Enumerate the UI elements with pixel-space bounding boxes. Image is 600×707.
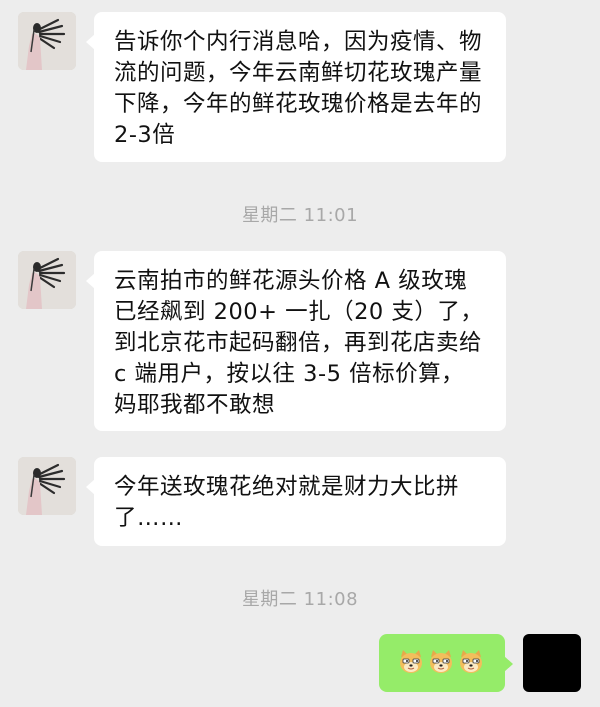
outgoing-message-bubble[interactable] xyxy=(379,634,513,692)
message-bubble[interactable]: 告诉你个内行消息哈，因为疫情、物流的问题，今年云南鲜切花玫瑰产量下降，今年的鲜花… xyxy=(86,12,506,162)
chat-window: 告诉你个内行消息哈，因为疫情、物流的问题，今年云南鲜切花玫瑰产量下降，今年的鲜花… xyxy=(0,0,600,707)
doge-emoji-icon xyxy=(400,650,422,673)
my-avatar[interactable] xyxy=(523,634,581,692)
contact-avatar-image xyxy=(18,457,76,515)
timestamp: 星期二 11:08 xyxy=(241,589,359,610)
contact-avatar[interactable] xyxy=(18,251,76,309)
message-bubble[interactable]: 云南拍市的鲜花源头价格 A 级玫瑰已经飙到 200+ 一扎（20 支）了，到北京… xyxy=(86,251,506,431)
message-text: 今年送玫瑰花绝对就是财力大比拼了…… xyxy=(114,474,460,531)
contact-avatar[interactable] xyxy=(18,12,76,70)
contact-avatar-image xyxy=(18,251,76,309)
contact-avatar-image xyxy=(18,12,76,70)
doge-emoji-icon xyxy=(430,650,452,673)
message-text: 云南拍市的鲜花源头价格 A 级玫瑰已经飙到 200+ 一扎（20 支）了，到北京… xyxy=(114,268,484,418)
emoji-row xyxy=(397,648,485,676)
contact-avatar[interactable] xyxy=(18,457,76,515)
timestamp: 星期二 11:01 xyxy=(241,205,359,226)
message-bubble[interactable]: 今年送玫瑰花绝对就是财力大比拼了…… xyxy=(86,457,506,546)
message-text: 告诉你个内行消息哈，因为疫情、物流的问题，今年云南鲜切花玫瑰产量下降，今年的鲜花… xyxy=(114,29,483,148)
doge-emoji-icon xyxy=(460,650,482,673)
